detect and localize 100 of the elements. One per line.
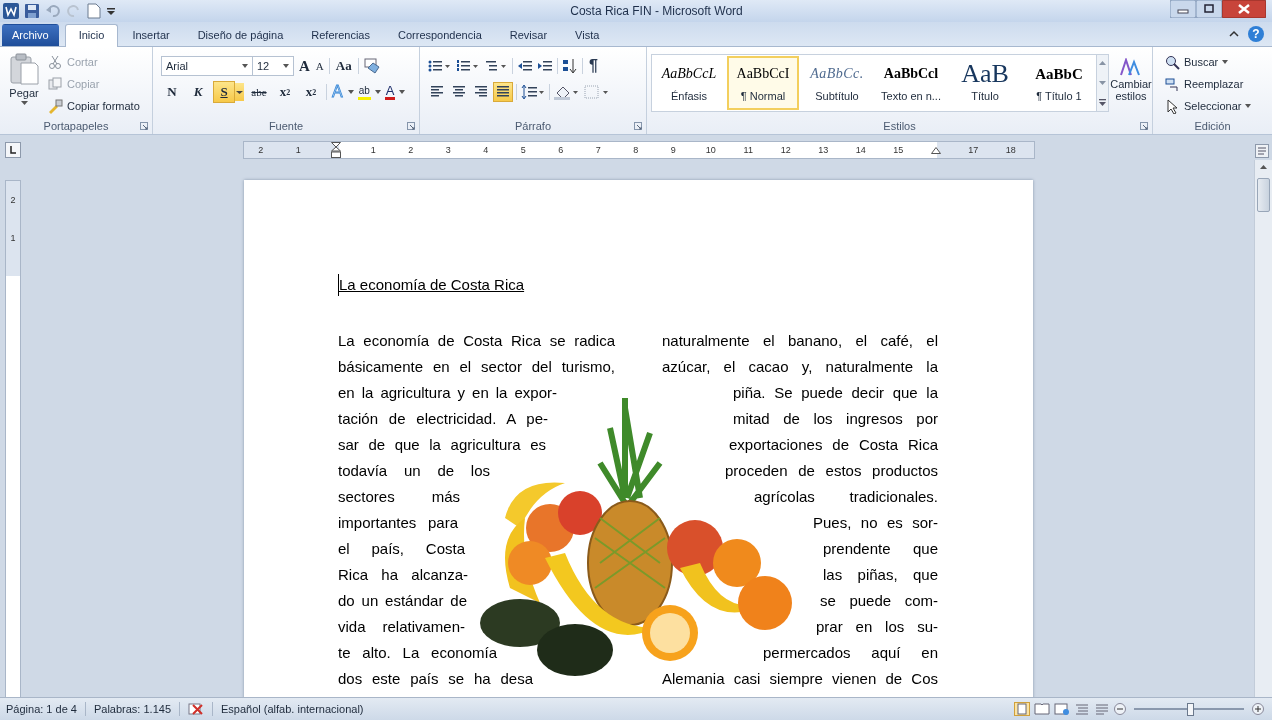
dropdown-arrow-icon[interactable] [399,90,406,94]
reading-view-icon[interactable] [1034,702,1050,716]
scrollbar-thumb[interactable] [1257,178,1270,212]
format-button[interactable]: abe [248,81,270,103]
sort-icon[interactable] [562,58,578,74]
language-indicator[interactable]: Español (alfab. internacional) [221,703,364,715]
text-line: sectores más [338,487,460,507]
save-icon[interactable] [24,3,40,19]
style-preset[interactable]: AaBbCcl Texto en n... [875,56,947,110]
document-heading: La economía de Costa Rica [338,274,525,296]
vertical-ruler[interactable]: 2 1 [5,180,21,697]
zoom-out-icon[interactable] [1114,703,1126,715]
ruler-number: 13 [818,145,829,155]
dropdown-arrow-icon[interactable] [374,90,381,94]
search-icon [1165,54,1180,70]
ribbon-tab[interactable]: Inicio [64,24,119,47]
more-icon[interactable] [1097,97,1108,109]
multilevel-list-icon[interactable] [484,58,508,74]
numbered-list-icon[interactable] [456,58,480,74]
ribbon-tab[interactable]: Diseño de página [183,24,298,46]
ribbon-tab[interactable]: Referencias [297,24,384,46]
scroll-up-icon[interactable] [1258,162,1269,172]
style-preset[interactable]: AaB Título [949,56,1021,110]
font-name-field[interactable]: Arial [161,56,253,76]
proofing-icon[interactable] [188,702,204,716]
ruler-number: 12 [780,145,791,155]
word-logo-icon[interactable] [3,3,19,19]
grow-font-button[interactable]: A [298,58,311,74]
increase-indent-icon[interactable] [537,58,553,74]
text-line: La economía de Costa Rica se radica [338,331,615,351]
horizontal-ruler[interactable]: 2 1 1 2 3 4 5 6 7 8 9 10 11 12 13 14 15 17 18 [243,141,1035,159]
decrease-indent-icon[interactable] [517,58,533,74]
highlight-button[interactable]: ab [357,84,371,100]
change-case-button[interactable]: Aa [333,58,354,74]
zoom-in-icon[interactable] [1252,703,1264,715]
clear-format-icon[interactable] [362,58,381,74]
style-preset[interactable]: AaBbCcL Énfasis [653,56,725,110]
close-button[interactable] [1222,0,1266,18]
ruler-number: 9 [670,145,676,155]
web-view-icon[interactable] [1054,702,1070,716]
text-line: sar de que la agricultura es [338,435,546,455]
dialog-launcher-icon[interactable] [634,122,642,130]
ribbon-tab[interactable]: Vista [561,24,614,46]
format-button[interactable]: S [213,81,235,103]
clipboard-button[interactable]: Copiar formato [48,97,140,115]
editing-button[interactable]: Seleccionar [1165,97,1252,115]
ruler-number: 5 [520,145,526,155]
show-formatting-button[interactable]: ¶ [587,57,600,75]
line-spacing-icon[interactable] [521,84,545,100]
text-line: agrícolas tradicionales. [754,487,938,507]
text-line: naturalmente el banano, el café, el [662,331,938,351]
ruler-toggle-icon[interactable] [1255,144,1269,158]
replace-icon [1165,76,1180,92]
format-button[interactable]: N [161,81,183,103]
ribbon-tab[interactable]: Insertar [118,24,184,46]
word-count[interactable]: Palabras: 1.145 [93,703,171,715]
style-preset[interactable]: AaBbC ¶ Título 1 [1023,56,1095,110]
dialog-launcher-icon[interactable] [407,122,415,130]
tab-selector-icon[interactable] [5,142,21,158]
vertical-scrollbar[interactable] [1254,160,1272,697]
right-indent-marker-icon[interactable] [930,146,941,154]
text-line: proceden de estos productos [725,461,938,481]
font-size-field[interactable]: 12 [252,56,294,76]
change-styles-button[interactable]: Cambiar estilos [1109,54,1153,118]
text-line: las piñas, que [823,565,938,585]
style-preset[interactable]: AaBbCcI ¶ Normal [727,56,799,110]
ruler-number: 18 [1005,145,1016,155]
editing-button[interactable]: Buscar [1165,53,1252,71]
dropdown-arrow-icon [242,64,248,68]
page-count[interactable]: Página: 1 de 4 [6,703,77,715]
bullet-list-icon[interactable] [428,58,452,74]
ruler-number: 1 [10,233,16,243]
editing-button[interactable]: Reemplazar [1165,75,1252,93]
justify-icon[interactable] [494,83,512,101]
format-button[interactable]: K [187,81,209,103]
text-line: prar en los su- [816,617,938,637]
ribbon-tab[interactable]: Revisar [495,24,562,46]
dialog-launcher-icon[interactable] [1140,122,1148,130]
dialog-launcher-icon[interactable] [140,122,148,130]
text-line: tación de electricidad. A pe- [338,409,548,429]
ruler-number: 15 [893,145,904,155]
paste-button[interactable]: Pegar [4,51,44,118]
style-preset[interactable]: AaBbCc. Subtítulo [801,56,873,110]
ribbon-tab[interactable]: Correspondencia [384,24,496,46]
zoom-slider-thumb[interactable] [1187,702,1194,716]
file-tab[interactable]: Archivo [2,24,59,46]
font-color-button[interactable]: A [384,84,396,100]
maximize-button[interactable] [1196,0,1222,18]
scissors-icon [48,54,63,70]
text-line: prendente que [823,539,938,559]
shrink-font-button[interactable]: A [314,58,325,74]
ruler-number: 17 [968,145,979,155]
shading-icon[interactable] [554,84,580,100]
ruler-number: 2 [408,145,414,155]
dropdown-arrow-icon[interactable] [347,90,354,94]
caret-icon [20,101,28,105]
text-line: dos este país se ha desa [338,669,533,689]
indent-marker-icon[interactable] [330,142,341,158]
help-button[interactable]: ? [1248,26,1264,42]
new-document-icon[interactable] [87,3,101,19]
